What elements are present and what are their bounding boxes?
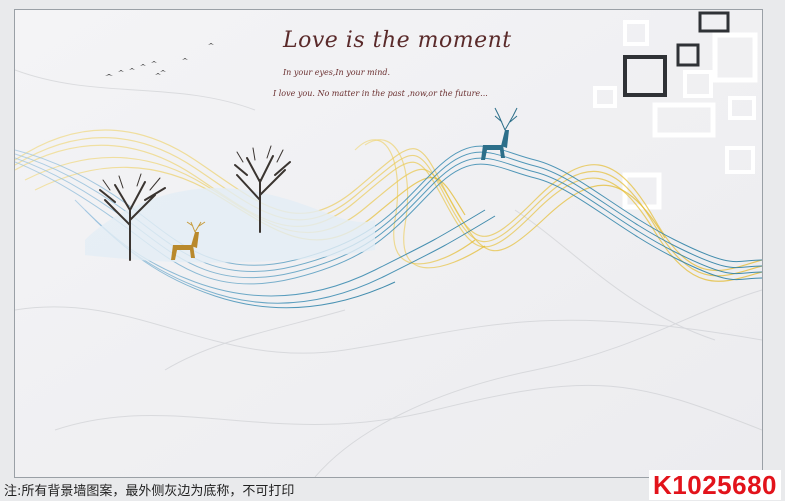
artwork-line-2: I love you. No matter in the past ,now,o…	[273, 89, 488, 98]
artwork-graphic	[15, 10, 762, 477]
artwork-headline: Love is the moment	[283, 28, 512, 53]
product-code: K1025680	[649, 470, 781, 500]
artwork-line-1: In your eyes,In your mind.	[283, 68, 391, 77]
artwork-canvas: Love is the moment In your eyes,In your …	[14, 9, 763, 478]
footer-note: 注:所有背景墙图案，最外侧灰边为底称，不可打印	[4, 484, 295, 499]
